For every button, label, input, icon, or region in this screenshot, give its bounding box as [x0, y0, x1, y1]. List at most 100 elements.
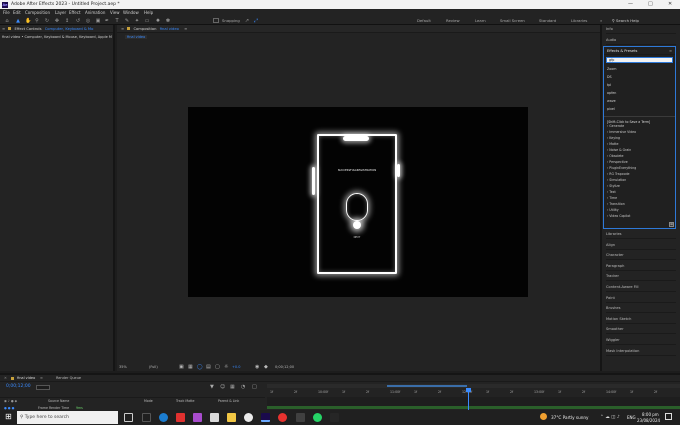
panel-tab-content-aware-fill[interactable]: Content-Aware Fill [606, 283, 676, 292]
menu-window[interactable]: Window [123, 9, 139, 16]
panel-tab-paint[interactable]: Paint [606, 294, 676, 303]
new-bin-icon[interactable]: ▦ [669, 222, 674, 227]
zoom-dropdown[interactable]: 35% [119, 362, 127, 372]
close-icon[interactable]: ✕ [668, 0, 672, 9]
pan-tool-icon[interactable]: ✥ [54, 18, 60, 24]
orbit-tool-icon[interactable]: ↻ [44, 18, 50, 24]
brush-tool-icon[interactable]: ✎ [124, 18, 130, 24]
timeline-track-area[interactable] [267, 397, 680, 409]
expand-icon[interactable]: ⤢ [253, 18, 259, 24]
task-view-icon[interactable] [124, 413, 133, 422]
effect-controls-target[interactable]: Computer, Keyboard & Mo [45, 27, 94, 31]
timeline-search-input[interactable] [36, 385, 50, 390]
selection-tool-icon[interactable]: ▲ [15, 18, 21, 24]
composition-tab[interactable]: Composition [133, 27, 156, 31]
menu-layer[interactable]: Layer [55, 9, 66, 16]
shy-layers-icon[interactable]: ☺ [220, 384, 225, 390]
effects-menu-icon[interactable]: ≡ [669, 47, 675, 55]
workspace-default[interactable]: Default [417, 16, 431, 25]
column-parent-link[interactable]: Parent & Link [218, 398, 239, 404]
composition-menu-icon[interactable]: ≡ [117, 27, 124, 31]
clock-date[interactable]: 23/08/2024 [637, 418, 660, 423]
composition-tab-menu-icon[interactable]: ≡ [184, 27, 187, 31]
final-video-timeline-tab[interactable]: final video [17, 375, 35, 382]
current-time[interactable]: 0;00;12;00 [275, 362, 294, 372]
weather-icon[interactable] [540, 413, 547, 420]
anchor-tool-icon[interactable]: ◎ [85, 18, 91, 24]
weather-text[interactable]: 37°C Partly sunny [551, 410, 589, 425]
exposure-value[interactable]: +0.0 [232, 362, 241, 372]
panel-tab-brushes[interactable]: Brushes [606, 304, 676, 314]
panel-tab-smoother[interactable]: Smoother [606, 325, 676, 335]
effect-controls-tab[interactable]: Effect Controls [14, 27, 41, 31]
panel-tab-align[interactable]: Align [606, 241, 676, 250]
column-source-name[interactable]: Source Name [48, 398, 69, 404]
clone-tool-icon[interactable]: ✦ [134, 18, 140, 24]
work-area-range[interactable] [387, 385, 467, 387]
panel-tab-libraries[interactable]: Libraries [606, 230, 676, 239]
effect-category-item[interactable]: › Video Copilot [607, 213, 675, 219]
show-snapshot-icon[interactable]: ◆ [264, 362, 268, 372]
snapshot-icon[interactable]: ◉ [255, 362, 259, 372]
menu-effect[interactable]: Effect [69, 9, 81, 16]
menu-composition[interactable]: Composition [25, 9, 50, 16]
recent-item[interactable]: pixel [607, 105, 675, 113]
chrome-icon[interactable] [244, 413, 253, 422]
timeline-close-icon[interactable]: ✕ [4, 375, 7, 382]
menu-view[interactable]: View [110, 9, 120, 16]
type-tool-icon[interactable]: T [114, 18, 120, 24]
eraser-tool-icon[interactable]: ▭ [144, 18, 150, 24]
workspace-standard[interactable]: Standard [539, 16, 556, 25]
windows-start-icon[interactable]: ⊞ [5, 412, 12, 422]
snap-options-icon[interactable]: ↗ [244, 18, 250, 24]
notification-icon[interactable] [665, 413, 672, 420]
workspace-small-screen[interactable]: Small Screen [500, 16, 525, 25]
pen-app-icon[interactable] [296, 413, 305, 422]
pen-tool-icon[interactable]: ✒ [104, 18, 110, 24]
after-effects-taskbar-icon[interactable] [261, 413, 270, 422]
roto-tool-icon[interactable]: ✹ [155, 18, 161, 24]
system-tray-icons[interactable]: ⌃ ☁ ◫ ♪ [600, 410, 620, 425]
resolution-dropdown[interactable]: (Full) [149, 362, 158, 372]
guides-icon[interactable]: ▤ [206, 362, 211, 372]
motion-blur-icon[interactable]: ◔ [241, 384, 245, 390]
workspace-libraries[interactable]: Libraries [571, 16, 587, 25]
3d-view-icon[interactable]: ▢ [215, 362, 220, 372]
menu-animation[interactable]: Animation [85, 9, 105, 16]
panel-tab-paragraph[interactable]: Paragraph [606, 262, 676, 271]
menu-help[interactable]: Help [144, 9, 153, 16]
graph-editor-icon[interactable]: □ [252, 384, 257, 390]
panel-menu-icon[interactable]: ≡ [0, 27, 5, 31]
media-app-icon[interactable] [142, 413, 151, 422]
composition-canvas[interactable]: SUCCESSFULLREGISTRATION NEXT [188, 107, 528, 297]
store-icon[interactable] [210, 413, 219, 422]
work-area-bar[interactable] [267, 384, 680, 388]
menu-edit[interactable]: Edit [13, 9, 21, 16]
recent-item[interactable]: DS [607, 73, 675, 81]
clock-time[interactable]: 8:00 pm [642, 412, 659, 417]
whatsapp-icon[interactable] [313, 413, 322, 422]
final-video-subtab[interactable]: final video [125, 35, 148, 39]
audio-panel-tab[interactable]: Audio [606, 36, 676, 45]
timeline-lock-icon[interactable] [11, 377, 14, 380]
home-icon[interactable]: ⌂ [4, 18, 10, 24]
workspace-overflow-icon[interactable]: » [600, 16, 602, 25]
file-explorer-icon[interactable] [227, 413, 236, 422]
lock-icon[interactable] [8, 27, 12, 30]
minimize-icon[interactable]: — [628, 0, 633, 9]
composition-target[interactable]: final video [160, 27, 179, 31]
region-of-interest-icon[interactable]: ▣ [179, 362, 184, 372]
layer-duration-bar[interactable] [267, 406, 680, 409]
rectangle-tool-icon[interactable]: ▣ [95, 18, 101, 24]
puppet-tool-icon[interactable]: ✽ [165, 18, 171, 24]
comp-lock-icon[interactable] [127, 27, 131, 30]
column-track-matte[interactable]: Track Matte [176, 398, 195, 404]
effects-search-input[interactable]: gfp [606, 57, 673, 63]
info-panel-tab[interactable]: Info [606, 25, 676, 34]
opera-icon[interactable] [278, 413, 287, 422]
render-queue-tab[interactable]: Render Queue [56, 375, 81, 382]
playhead-handle[interactable] [466, 388, 471, 392]
dolly-tool-icon[interactable]: ↕ [64, 18, 70, 24]
edge-browser-icon[interactable] [159, 413, 168, 422]
mask-visibility-icon[interactable]: ◯ [197, 362, 203, 372]
